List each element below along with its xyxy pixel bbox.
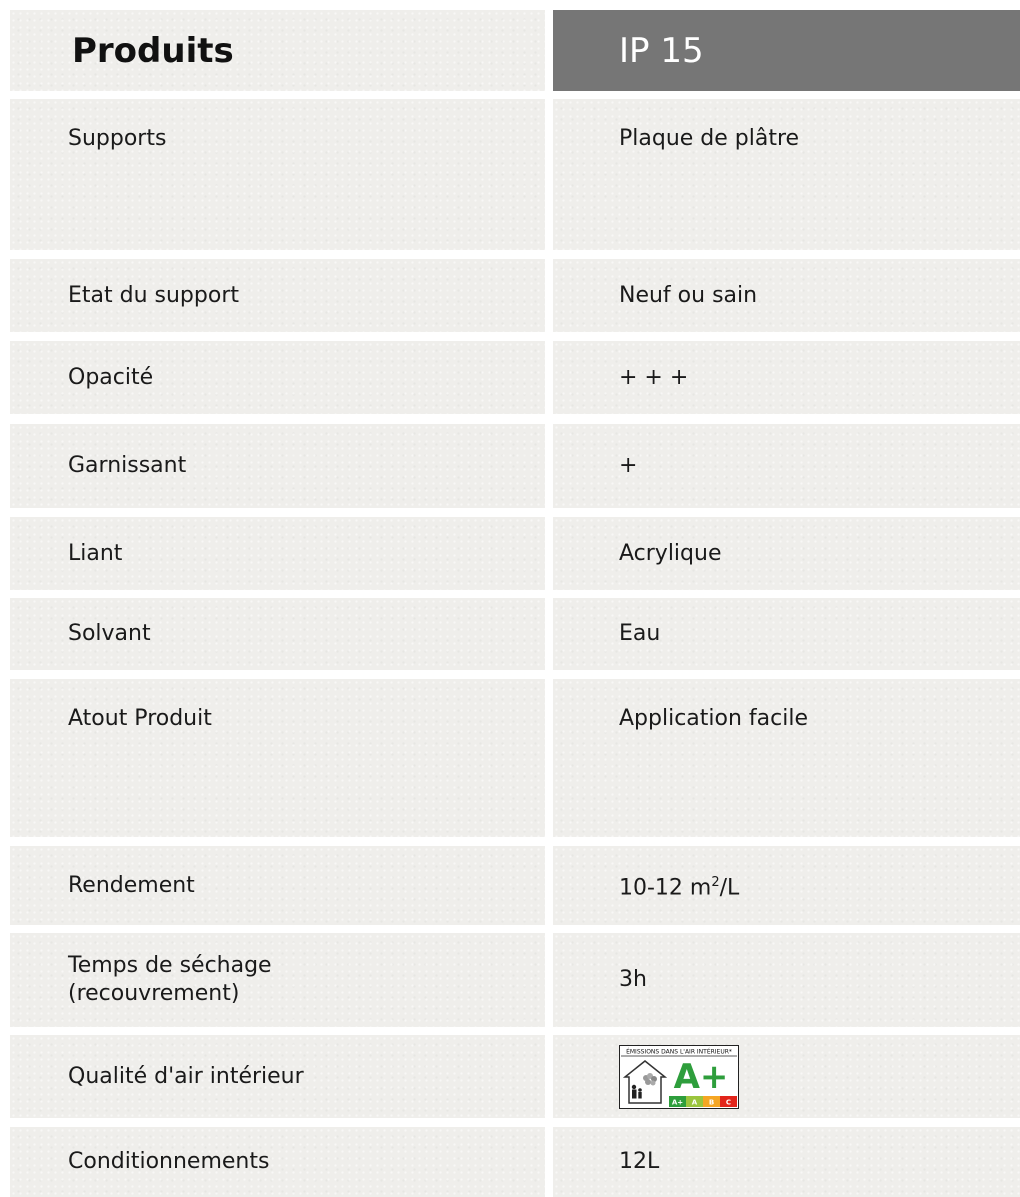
row-value: Plaque de plâtre <box>619 126 800 151</box>
row-label: Qualité d'air intérieur <box>68 1063 304 1089</box>
table-row: Solvant Eau <box>10 598 1020 670</box>
header-row: Produits IP 15 <box>10 10 1020 91</box>
row-label: Etat du support <box>68 282 239 308</box>
table-row: Supports Plaque de plâtre <box>10 99 1020 250</box>
table-row: Opacité + + + <box>10 341 1020 414</box>
table-row: Garnissant + <box>10 424 1020 508</box>
yield-superscript: 2 <box>711 874 720 890</box>
badge-grade: A+ <box>674 1057 729 1097</box>
row-value: + + + <box>619 364 689 390</box>
row-value: + <box>619 453 638 478</box>
yield-value: 10-12 m <box>619 875 712 901</box>
svg-text:A+: A+ <box>672 1098 683 1106</box>
row-label: Liant <box>68 540 123 566</box>
row-value: Acrylique <box>619 540 722 566</box>
row-label: Conditionnements <box>68 1149 270 1174</box>
table-row: Atout Produit Application facile <box>10 679 1020 837</box>
badge-scale: A+ A B C <box>669 1095 737 1107</box>
table-row: Liant Acrylique <box>10 517 1020 590</box>
air-quality-label-icon: ÉMISSIONS DANS L'AIR INTÉRIEUR* A+ A+ A … <box>619 1044 739 1109</box>
row-value: Eau <box>619 621 661 646</box>
table-row: Temps de séchage (recouvrement) 3h <box>10 933 1020 1027</box>
svg-text:B: B <box>709 1098 714 1106</box>
table-row: Conditionnements 12L <box>10 1127 1020 1197</box>
row-value: 12L <box>619 1149 660 1174</box>
row-label: Atout Produit <box>68 706 212 731</box>
svg-text:C: C <box>726 1098 731 1106</box>
products-header-cell: Produits <box>10 10 545 91</box>
row-label: Temps de séchage (recouvrement) <box>68 952 272 1008</box>
products-header-label: Produits <box>72 30 234 71</box>
product-name-header-cell: IP 15 <box>553 10 1020 91</box>
row-value: 3h <box>619 967 647 992</box>
table-row: Etat du support Neuf ou sain <box>10 259 1020 332</box>
row-label: Solvant <box>68 621 151 646</box>
table-row: Qualité d'air intérieur ÉMISSIONS DANS L… <box>10 1035 1020 1118</box>
badge-title: ÉMISSIONS DANS L'AIR INTÉRIEUR* <box>626 1047 732 1055</box>
row-label: Opacité <box>68 364 154 390</box>
svg-text:A: A <box>692 1098 698 1106</box>
row-label: Garnissant <box>68 453 187 478</box>
row-label-line2: (recouvrement) <box>68 981 240 1006</box>
yield-unit: /L <box>719 875 740 901</box>
row-label: Rendement <box>68 872 195 898</box>
row-label-line1: Temps de séchage <box>68 953 272 978</box>
row-value: 10-12 m2/L <box>619 869 739 902</box>
row-value: Application facile <box>619 706 808 731</box>
product-spec-table: Produits IP 15 Supports Plaque de plâtre… <box>0 0 1020 1197</box>
product-name-label: IP 15 <box>619 30 704 71</box>
table-row: Rendement 10-12 m2/L <box>10 846 1020 925</box>
row-value: Neuf ou sain <box>619 282 758 308</box>
row-label: Supports <box>68 126 167 151</box>
